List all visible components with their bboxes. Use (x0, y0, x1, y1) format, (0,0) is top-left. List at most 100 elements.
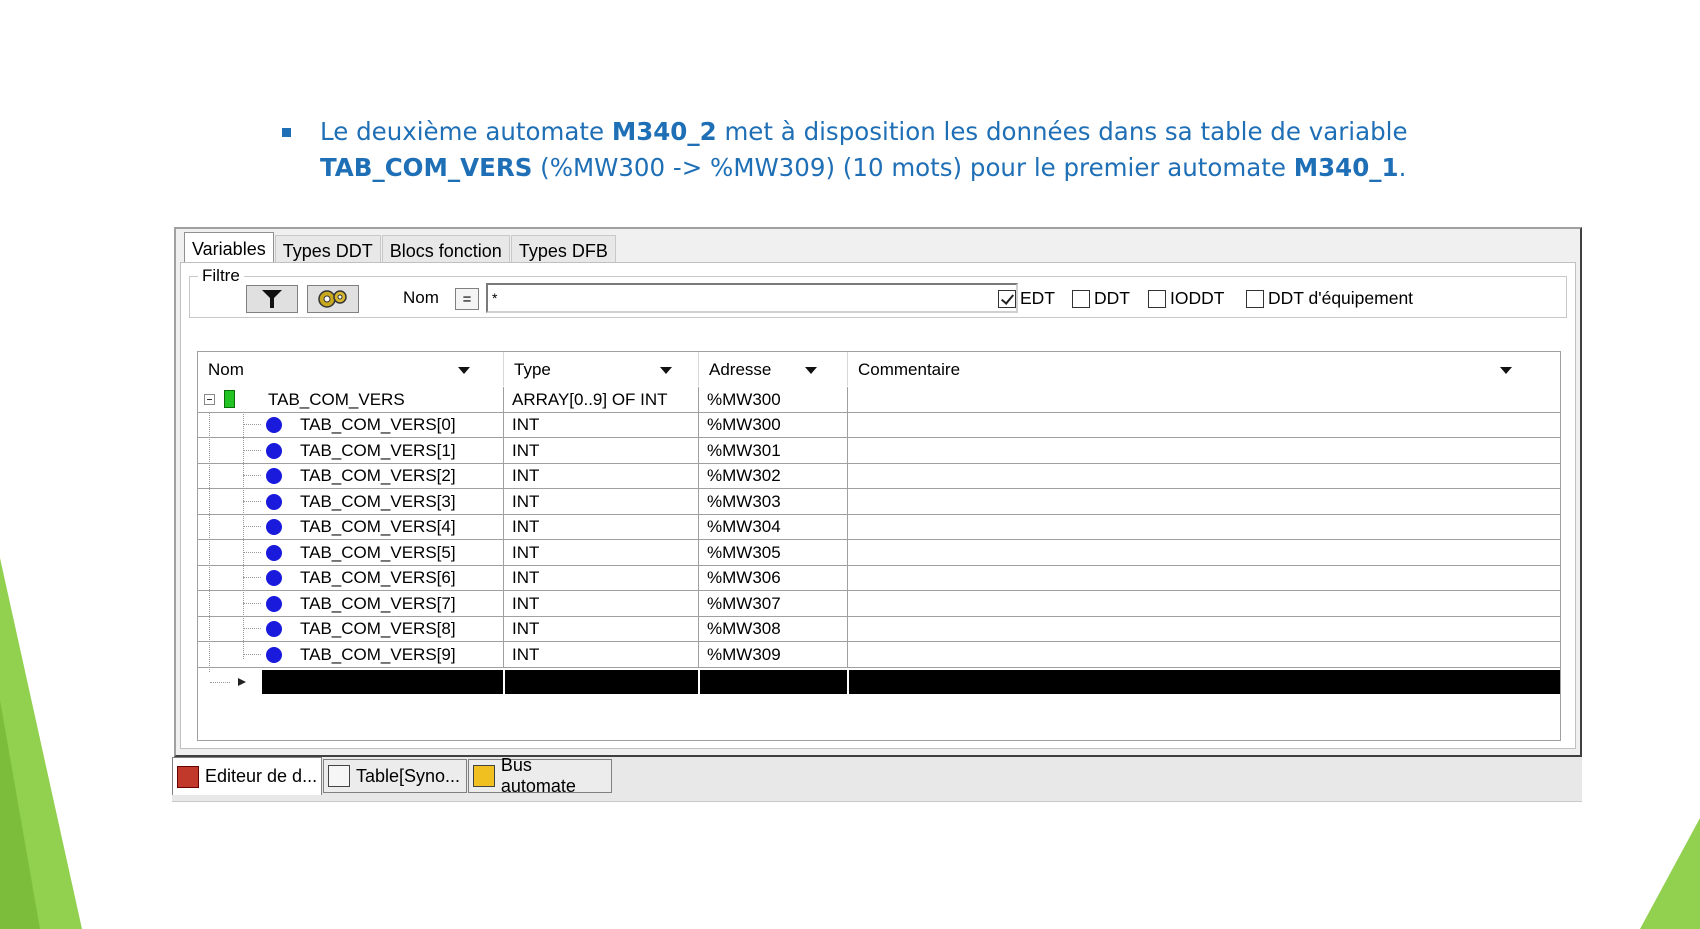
column-header-commentaire[interactable]: Commentaire (848, 352, 1560, 386)
tab-editeur-donnees[interactable]: Editeur de d... (172, 757, 322, 795)
cell-name: TAB_COM_VERS[4] (198, 514, 504, 539)
table-row-parent[interactable]: TAB_COM_VERS ARRAY[0..9] OF INT %MW300 (198, 387, 1560, 413)
checkbox-edt[interactable]: EDT (998, 288, 1055, 309)
cell-name: TAB_COM_VERS[0] (198, 412, 504, 437)
table-row[interactable]: TAB_COM_VERS[4] INT %MW304 (198, 514, 1560, 540)
collapse-icon[interactable] (204, 394, 215, 405)
cell-comment[interactable] (848, 412, 1560, 437)
variable-name: TAB_COM_VERS (268, 390, 405, 409)
cell-address: %MW300 (699, 387, 848, 412)
checkbox-ddt[interactable]: DDT (1072, 288, 1130, 309)
new-row-cell[interactable] (505, 670, 698, 694)
cell-name: TAB_COM_VERS[2] (198, 463, 504, 488)
table-row[interactable]: TAB_COM_VERS[6] INT %MW306 (198, 565, 1560, 591)
variable-name: TAB_COM_VERS[0] (300, 415, 456, 434)
equals-button[interactable]: = (455, 288, 479, 310)
tab-types-dfb[interactable]: Types DFB (510, 235, 616, 264)
variable-icon (266, 621, 282, 637)
dropdown-arrow-icon[interactable] (660, 367, 672, 374)
tree-guide (243, 526, 261, 527)
new-row-cell[interactable] (849, 670, 1560, 694)
checkbox-label: DDT (1094, 288, 1130, 308)
cell-comment[interactable] (848, 438, 1560, 463)
variable-icon (266, 544, 282, 561)
tab-types-ddt[interactable]: Types DDT (274, 235, 381, 264)
checkbox-box[interactable] (998, 289, 1016, 308)
dropdown-arrow-icon[interactable] (805, 367, 817, 374)
column-header-adresse[interactable]: Adresse (699, 352, 848, 386)
dropdown-arrow-icon[interactable] (458, 367, 470, 374)
cell-type: INT (504, 412, 699, 437)
table-row[interactable]: TAB_COM_VERS[7] INT %MW307 (198, 590, 1560, 617)
name-filter-input[interactable] (486, 283, 1018, 313)
new-variable-row[interactable] (198, 670, 1560, 694)
variable-icon (266, 519, 282, 535)
column-label: Adresse (709, 360, 772, 379)
checkbox-ddt-equipement[interactable]: DDT d'équipement (1246, 288, 1413, 309)
variable-icon (266, 570, 282, 586)
cell-type: INT (504, 565, 699, 590)
cell-comment[interactable] (848, 540, 1560, 565)
tab-label: Table[Syno... (356, 765, 461, 786)
table-row[interactable]: TAB_COM_VERS[2] INT %MW302 (198, 463, 1560, 489)
checkbox-box[interactable] (1148, 289, 1166, 308)
cell-name: TAB_COM_VERS[9] (198, 641, 504, 667)
table-row[interactable]: TAB_COM_VERS[0] INT %MW300 (198, 412, 1560, 438)
slide-bullet-text: Le deuxième automate M340_2 met à dispos… (282, 114, 1462, 186)
table-row[interactable]: TAB_COM_VERS[3] INT %MW303 (198, 488, 1560, 515)
cell-address: %MW309 (699, 641, 848, 667)
checkbox-ioddt[interactable]: IODDT (1148, 288, 1224, 309)
table-row[interactable]: TAB_COM_VERS[8] INT %MW308 (198, 616, 1560, 642)
filter-button[interactable] (246, 285, 298, 313)
cell-name: TAB_COM_VERS[1] (198, 437, 504, 463)
variable-name: TAB_COM_VERS[4] (300, 517, 456, 536)
new-row-cell[interactable] (700, 670, 847, 694)
cell-comment[interactable] (848, 387, 1560, 412)
checkbox-box[interactable] (1246, 289, 1264, 308)
cell-address: %MW303 (699, 488, 848, 514)
funnel-icon (262, 290, 282, 308)
cell-type: ARRAY[0..9] OF INT (504, 387, 699, 412)
cell-name: TAB_COM_VERS (198, 387, 504, 412)
cell-address: %MW301 (699, 437, 848, 463)
cell-comment[interactable] (848, 565, 1560, 590)
table-row[interactable]: TAB_COM_VERS[9] INT %MW309 (198, 641, 1560, 668)
variable-icon (266, 442, 282, 459)
gears-icon (318, 290, 347, 308)
data-editor-icon (177, 765, 199, 788)
variable-icon (266, 493, 282, 510)
table-name: TAB_COM_VERS (320, 153, 533, 182)
column-header-nom[interactable]: Nom (198, 352, 504, 386)
tab-table-syno[interactable]: Table[Syno... (323, 759, 467, 793)
cell-comment[interactable] (848, 616, 1560, 641)
cell-comment[interactable] (848, 591, 1560, 616)
tab-blocs-fonction[interactable]: Blocs fonction (381, 235, 510, 264)
advanced-filter-button[interactable] (307, 285, 359, 313)
new-row-cell[interactable] (262, 670, 503, 694)
column-header-type[interactable]: Type (504, 352, 699, 386)
tab-label: Editeur de d... (205, 766, 318, 786)
cell-address: %MW307 (699, 590, 848, 616)
cell-address: %MW305 (699, 539, 848, 565)
table-row[interactable]: TAB_COM_VERS[1] INT %MW301 (198, 437, 1560, 464)
cell-comment[interactable] (848, 489, 1560, 514)
checkbox-label: EDT (1020, 288, 1055, 308)
variable-name: TAB_COM_VERS[8] (300, 619, 456, 638)
tree-guide (243, 500, 261, 502)
text-segment: met à disposition les données dans sa ta… (716, 117, 1408, 146)
variable-name: TAB_COM_VERS[9] (300, 644, 456, 664)
tree-guide (243, 424, 261, 425)
checkbox-box[interactable] (1072, 289, 1090, 308)
variables-grid: Nom Type Adresse Commentaire TAB_COM_VER… (197, 351, 1561, 741)
green-triangle-right (1640, 818, 1700, 929)
cell-comment[interactable] (848, 514, 1560, 539)
name-filter-label: Nom (403, 288, 439, 307)
variable-name: TAB_COM_VERS[2] (300, 466, 456, 485)
dropdown-arrow-icon[interactable] (1500, 367, 1512, 374)
cell-comment[interactable] (848, 463, 1560, 488)
tab-variables[interactable]: Variables (184, 232, 274, 265)
cell-comment[interactable] (848, 642, 1560, 667)
table-row[interactable]: TAB_COM_VERS[5] INT %MW305 (198, 539, 1560, 566)
tab-bus-automate[interactable]: Bus automate (468, 755, 612, 796)
variable-name: TAB_COM_VERS[1] (300, 440, 456, 460)
